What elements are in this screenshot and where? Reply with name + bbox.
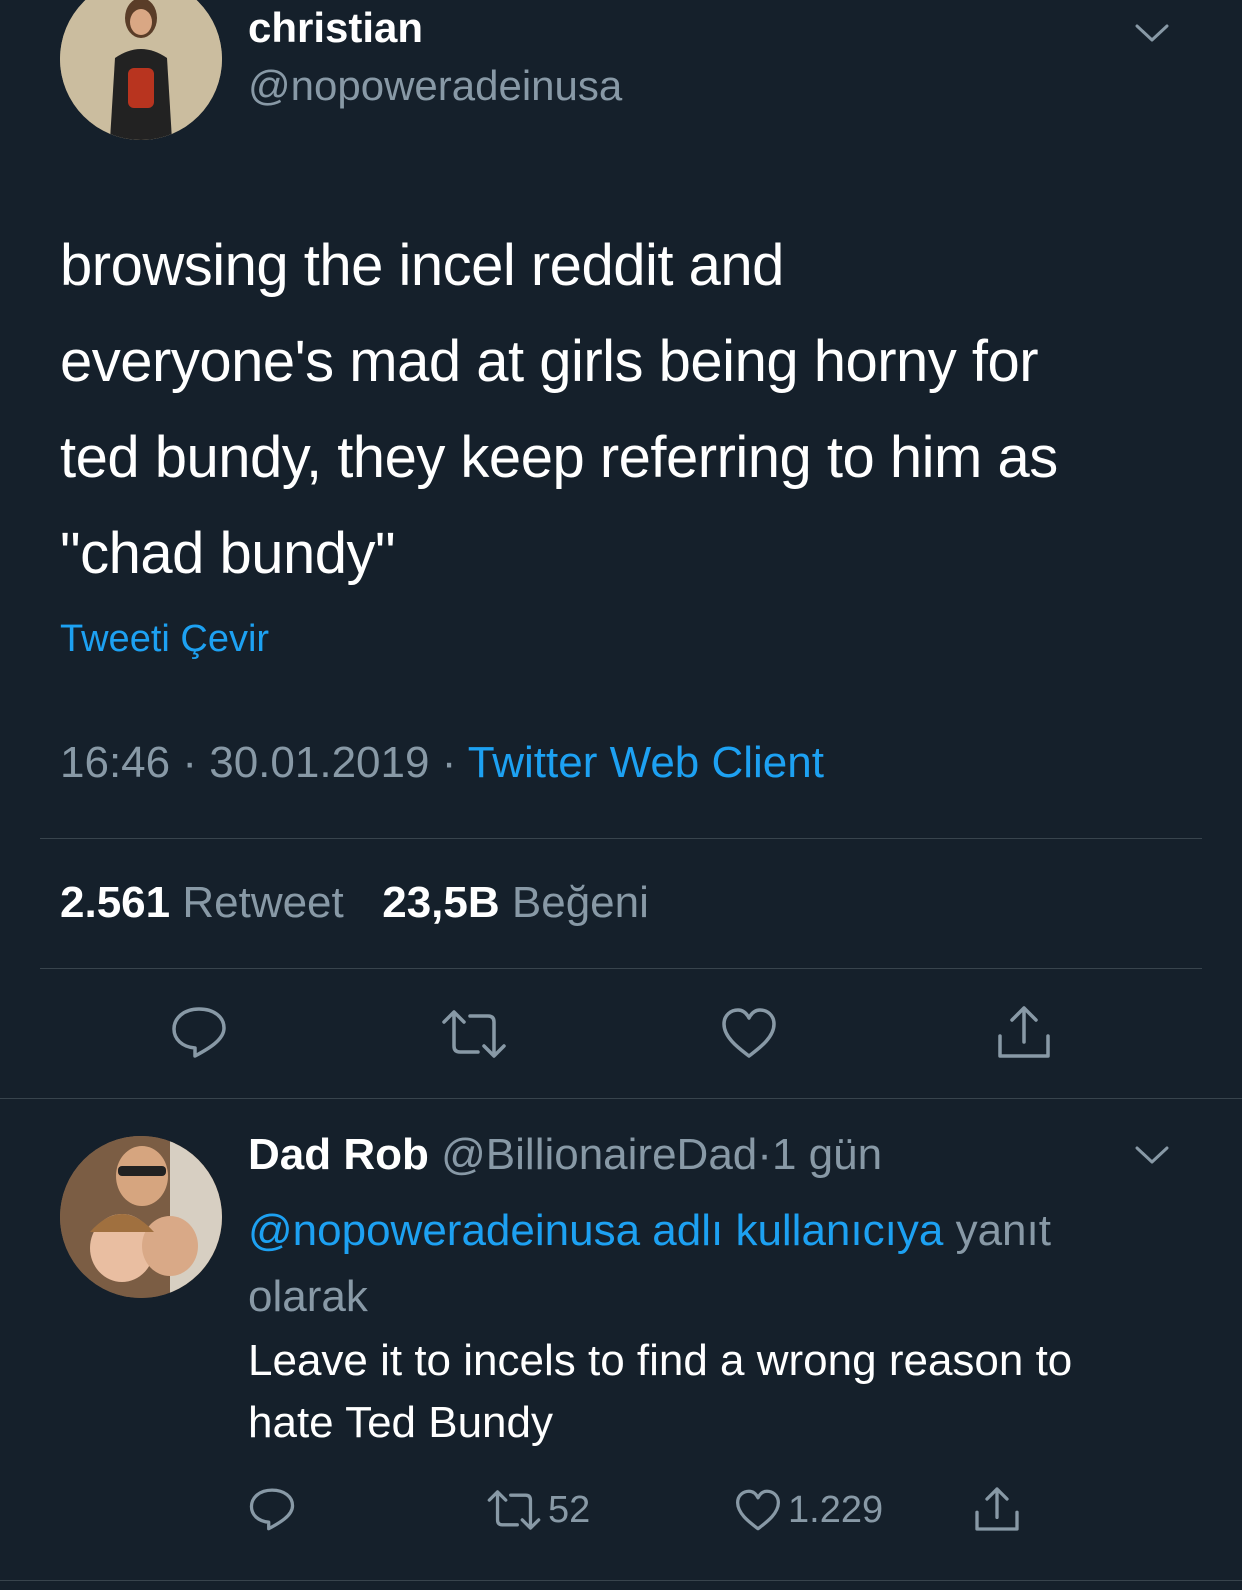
meta-separator: · xyxy=(182,738,197,787)
reply-text-line: Leave it to incels to find a wrong reaso… xyxy=(248,1336,1073,1385)
tweet-text-line: "chad bundy" xyxy=(60,521,396,586)
author-avatar[interactable] xyxy=(60,0,222,140)
reply-button[interactable] xyxy=(170,1004,228,1065)
reply-icon xyxy=(172,1007,226,1058)
tweet-stats: 2.561 Retweet 23,5B Beğeni xyxy=(60,878,649,928)
replying-to-suffix: olarak xyxy=(248,1272,368,1321)
like-button[interactable] xyxy=(720,1006,778,1065)
avatar-photo xyxy=(60,1136,222,1298)
divider xyxy=(40,838,1202,839)
reply-text: Leave it to incels to find a wrong reaso… xyxy=(248,1330,1072,1454)
chevron-down-icon[interactable] xyxy=(1134,22,1170,44)
retweet-icon xyxy=(487,1490,541,1530)
tweet-time: 16:46 xyxy=(60,738,171,787)
reply-like-count: 1.229 xyxy=(788,1488,884,1531)
reply-text-line: hate Ted Bundy xyxy=(248,1398,553,1447)
retweet-count: 2.561 xyxy=(60,878,171,927)
divider xyxy=(0,1580,1242,1581)
retweet-stat[interactable]: 2.561 Retweet xyxy=(60,878,344,927)
reply-share-button[interactable] xyxy=(972,1484,1022,1534)
retweet-icon xyxy=(442,1010,506,1058)
avatar-photo xyxy=(60,0,222,140)
tweet-text-line: ted bundy, they keep referring to him as xyxy=(60,425,1058,490)
meta-separator: · xyxy=(441,738,457,787)
like-count: 23,5B xyxy=(382,878,500,927)
author-handle[interactable]: @nopoweradeinusa xyxy=(248,62,622,110)
heart-icon xyxy=(722,1008,776,1058)
reply-header: Dad Rob @BillionaireDad·1 gün xyxy=(248,1130,882,1180)
tweet-text: browsing the incel reddit and everyone's… xyxy=(60,218,1058,602)
retweet-button[interactable] xyxy=(440,1008,508,1065)
divider xyxy=(40,968,1202,969)
reply-retweet-count: 52 xyxy=(548,1488,591,1531)
divider xyxy=(0,1098,1242,1099)
tweet-source[interactable]: Twitter Web Client xyxy=(468,738,824,787)
heart-icon xyxy=(735,1489,780,1531)
chevron-down-icon[interactable] xyxy=(1134,1144,1170,1166)
like-label: Beğeni xyxy=(511,878,649,927)
share-icon xyxy=(975,1487,1019,1531)
tweet-date[interactable]: 30.01.2019 xyxy=(209,738,429,787)
reply-age[interactable]: 1 gün xyxy=(772,1130,882,1179)
replying-to-link[interactable]: @nopoweradeinusa adlı kullanıcıya xyxy=(248,1206,943,1255)
reply-context: @nopoweradeinusa adlı kullanıcıya yanıt … xyxy=(248,1198,1168,1330)
like-stat[interactable]: 23,5B Beğeni xyxy=(382,878,649,927)
retweet-label: Retweet xyxy=(182,878,344,927)
reply-icon xyxy=(249,1488,295,1531)
replying-to-suffix: yanıt xyxy=(955,1206,1051,1255)
reply-reply-button[interactable] xyxy=(248,1486,296,1532)
translate-link[interactable]: Tweeti Çevir xyxy=(60,618,269,661)
author-name[interactable]: christian xyxy=(248,4,423,52)
reply-author-avatar[interactable] xyxy=(60,1136,222,1298)
tweet-text-line: browsing the incel reddit and xyxy=(60,233,784,298)
reply-retweet-button[interactable]: 52 xyxy=(486,1488,590,1532)
tweet-meta: 16:46 · 30.01.2019 · Twitter Web Client xyxy=(60,738,824,788)
share-icon xyxy=(998,1006,1050,1058)
reply-author-name[interactable]: Dad Rob xyxy=(248,1130,429,1179)
reply-author-handle[interactable]: @BillionaireDad xyxy=(441,1130,757,1179)
share-button[interactable] xyxy=(994,1002,1054,1067)
reply-like-button[interactable]: 1.229 xyxy=(734,1488,883,1532)
tweet-text-line: everyone's mad at girls being horny for xyxy=(60,329,1039,394)
meta-separator: · xyxy=(757,1130,772,1179)
